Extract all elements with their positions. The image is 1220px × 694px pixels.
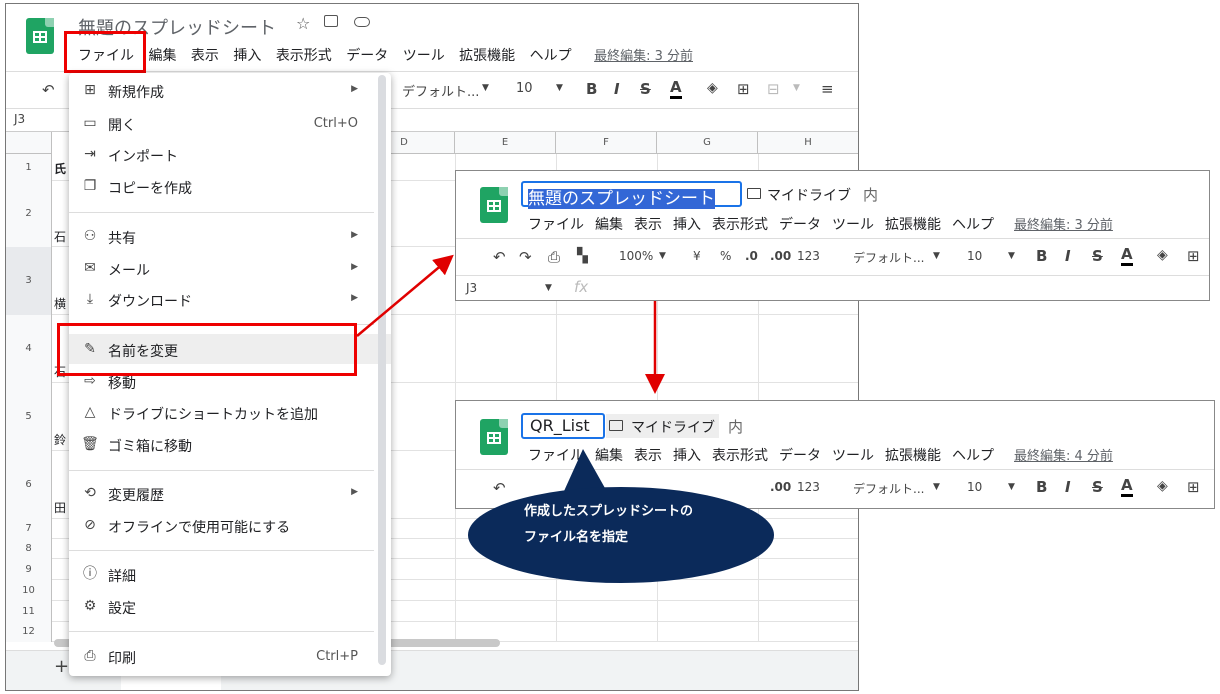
callout-bubble: 作成したスプレッドシートの ファイル名を指定 xyxy=(468,487,774,583)
callout-pointer xyxy=(560,449,610,500)
callout-line2: ファイル名を指定 xyxy=(524,530,629,545)
callout-line1: 作成したスプレッドシートの xyxy=(524,504,694,519)
